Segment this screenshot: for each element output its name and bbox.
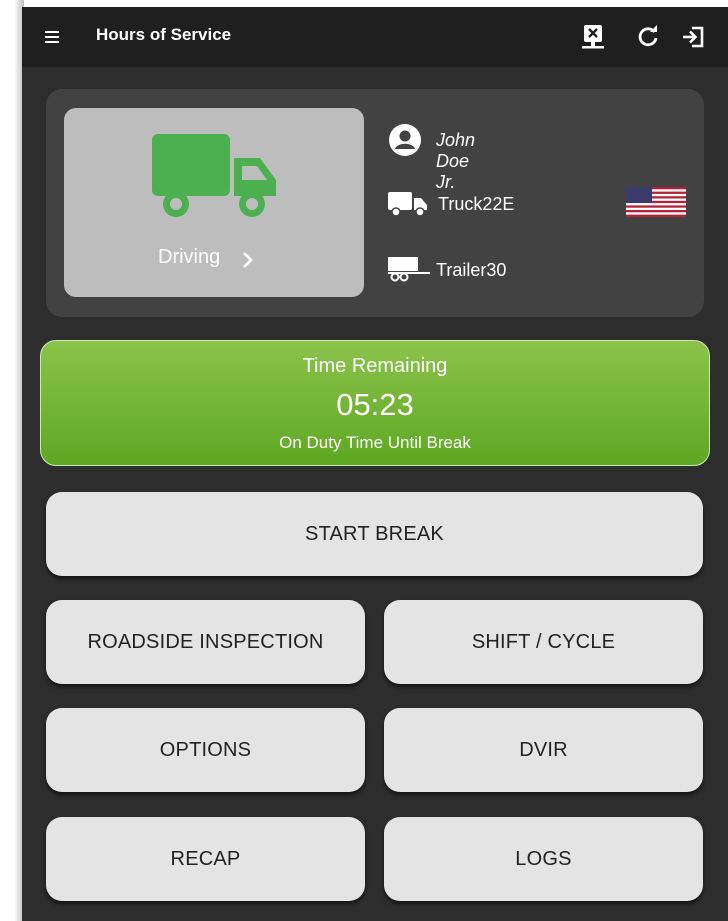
start-break-button[interactable]: START BREAK (46, 492, 703, 580)
duty-status-tile[interactable]: Driving (64, 108, 364, 297)
time-remaining-value: 05:23 (336, 387, 414, 422)
chevron-right-icon (243, 252, 253, 268)
options-button[interactable]: OPTIONS (46, 708, 365, 796)
truck-id: Truck22E (438, 194, 515, 214)
roadside-inspection-button[interactable]: ROADSIDE INSPECTION (46, 600, 365, 688)
us-flag-icon (626, 187, 686, 217)
account-icon (389, 124, 421, 156)
trailer-icon (388, 257, 430, 282)
driver-card: Driving John Doe Jr. Truck22E Trailer30 (46, 89, 704, 317)
recap-button[interactable]: RECAP (46, 817, 365, 905)
app-screen: Hours of Service Driving John Doe Jr. Tr… (22, 7, 728, 921)
time-remaining-panel: Time Remaining 05:23 On Duty Time Until … (40, 340, 710, 466)
logout-icon[interactable] (680, 23, 708, 51)
duty-status-label: Driving (158, 246, 221, 268)
driver-name: John Doe Jr. (436, 130, 476, 192)
disconnected-device-icon[interactable] (579, 23, 607, 51)
page-title: Hours of Service (96, 25, 232, 44)
shift-cycle-button[interactable]: SHIFT / CYCLE (384, 600, 703, 688)
refresh-icon[interactable] (634, 23, 662, 51)
trailer-id: Trailer30 (436, 260, 507, 280)
time-remaining-title: Time Remaining (302, 355, 448, 377)
time-remaining-subtitle: On Duty Time Until Break (279, 433, 471, 452)
dvir-button[interactable]: DVIR (384, 708, 703, 796)
vehicle-icon (388, 192, 427, 217)
truck-icon (152, 134, 276, 217)
menu-icon[interactable] (42, 25, 66, 49)
app-bar: Hours of Service (22, 7, 728, 67)
logs-button[interactable]: LOGS (384, 817, 703, 905)
